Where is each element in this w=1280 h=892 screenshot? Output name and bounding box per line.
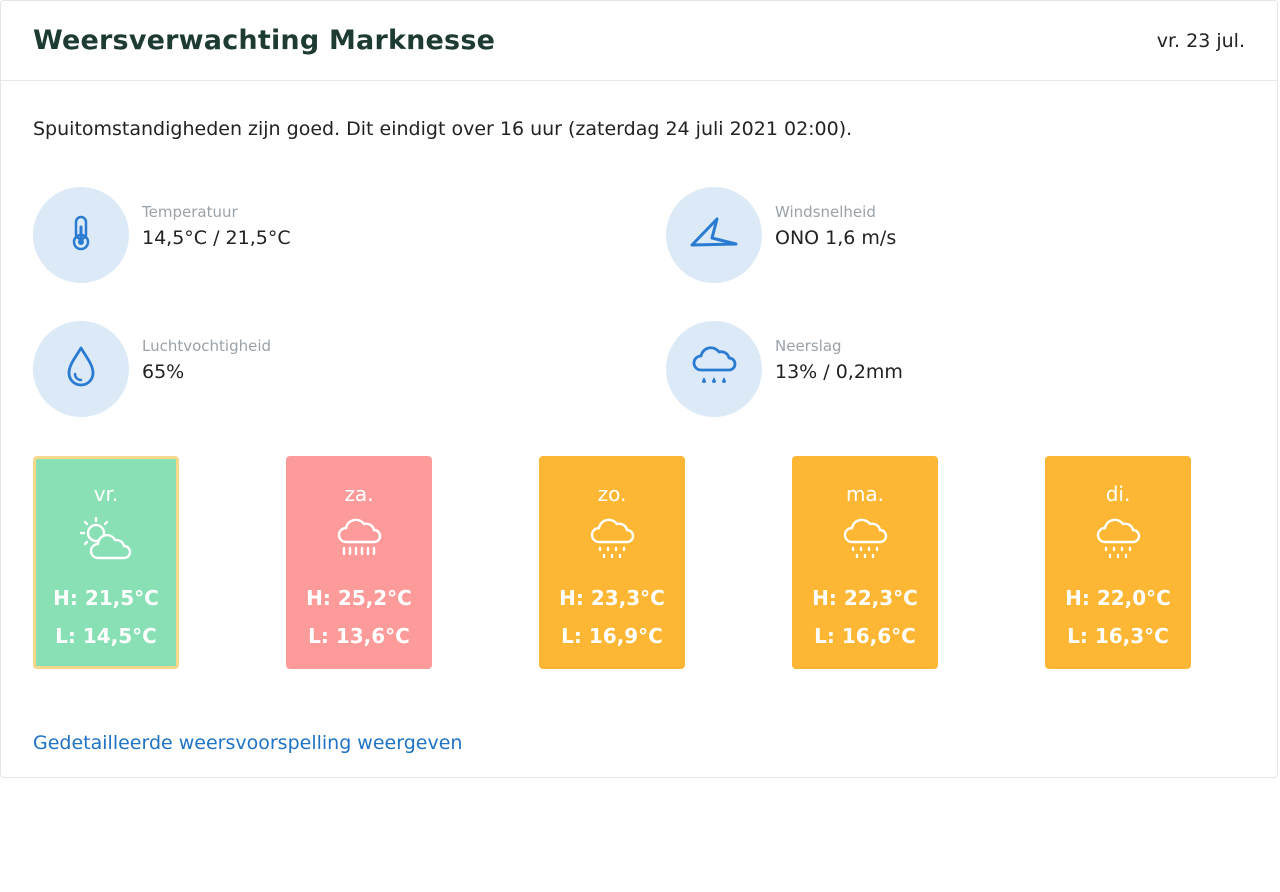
light-rain-icon bbox=[1093, 516, 1143, 566]
forecast-day-fri[interactable]: vr. H: 21,5°C L: 14,5°C bbox=[33, 456, 179, 669]
day-low-temp: L: 16,9°C bbox=[561, 624, 663, 648]
stat-label: Luchtvochtigheid bbox=[142, 337, 272, 355]
wind-direction-icon bbox=[687, 213, 741, 257]
day-name: vr. bbox=[93, 482, 119, 506]
forecast-day-tue[interactable]: di. H: 22,0°C L: 16,3°C bbox=[1045, 456, 1191, 669]
day-high-temp: H: 22,0°C bbox=[1065, 586, 1171, 610]
stat-label: Neerslag bbox=[775, 337, 842, 355]
stat-value: 13% / 0,2mm bbox=[775, 361, 903, 383]
light-rain-icon bbox=[587, 516, 637, 566]
rain-cloud-icon bbox=[334, 516, 384, 566]
weather-card: Weersverwachting Marknesse vr. 23 jul. S… bbox=[0, 0, 1278, 778]
page-title: Weersverwachting Marknesse bbox=[33, 25, 496, 56]
card-header: Weersverwachting Marknesse vr. 23 jul. bbox=[1, 1, 1277, 81]
stat-icon-circle bbox=[666, 321, 762, 417]
spray-conditions-summary: Spuitomstandigheden zijn goed. Dit eindi… bbox=[33, 118, 853, 140]
stat-label: Windsnelheid bbox=[775, 203, 876, 221]
stat-icon-circle bbox=[33, 321, 129, 417]
stat-value: 14,5°C / 21,5°C bbox=[142, 227, 291, 249]
stat-precipitation: Neerslag 13% / 0,2mm bbox=[666, 321, 903, 417]
stat-wind: Windsnelheid ONO 1,6 m/s bbox=[666, 187, 896, 283]
day-name: za. bbox=[344, 482, 374, 506]
stat-icon-circle bbox=[666, 187, 762, 283]
current-date: vr. 23 jul. bbox=[1156, 29, 1245, 52]
partly-cloudy-icon bbox=[76, 516, 136, 566]
stat-humidity: Luchtvochtigheid 65% bbox=[33, 321, 271, 417]
stat-value: 65% bbox=[142, 361, 185, 383]
forecast-day-sun[interactable]: zo. H: 23,3°C L: 16,9°C bbox=[539, 456, 685, 669]
day-name: ma. bbox=[845, 482, 885, 506]
stat-label: Temperatuur bbox=[142, 203, 238, 221]
water-drop-icon bbox=[61, 344, 101, 394]
stat-icon-circle bbox=[33, 187, 129, 283]
day-low-temp: L: 13,6°C bbox=[308, 624, 410, 648]
rain-cloud-icon bbox=[689, 344, 739, 394]
day-name: di. bbox=[1105, 482, 1131, 506]
forecast-day-sat[interactable]: za. H: 25,2°C L: 13,6°C bbox=[286, 456, 432, 669]
light-rain-icon bbox=[840, 516, 890, 566]
day-low-temp: L: 16,3°C bbox=[1067, 624, 1169, 648]
day-high-temp: H: 22,3°C bbox=[812, 586, 918, 610]
day-high-temp: H: 23,3°C bbox=[559, 586, 665, 610]
stat-temperature: Temperatuur 14,5°C / 21,5°C bbox=[33, 187, 291, 283]
stat-value: ONO 1,6 m/s bbox=[775, 227, 897, 249]
forecast-day-mon[interactable]: ma. H: 22,3°C L: 16,6°C bbox=[792, 456, 938, 669]
detailed-forecast-link[interactable]: Gedetailleerde weersvoorspelling weergev… bbox=[33, 732, 462, 754]
thermometer-icon bbox=[61, 213, 101, 257]
day-high-temp: H: 25,2°C bbox=[306, 586, 412, 610]
day-low-temp: L: 14,5°C bbox=[55, 624, 157, 648]
day-low-temp: L: 16,6°C bbox=[814, 624, 916, 648]
day-high-temp: H: 21,5°C bbox=[53, 586, 159, 610]
day-name: zo. bbox=[597, 482, 627, 506]
